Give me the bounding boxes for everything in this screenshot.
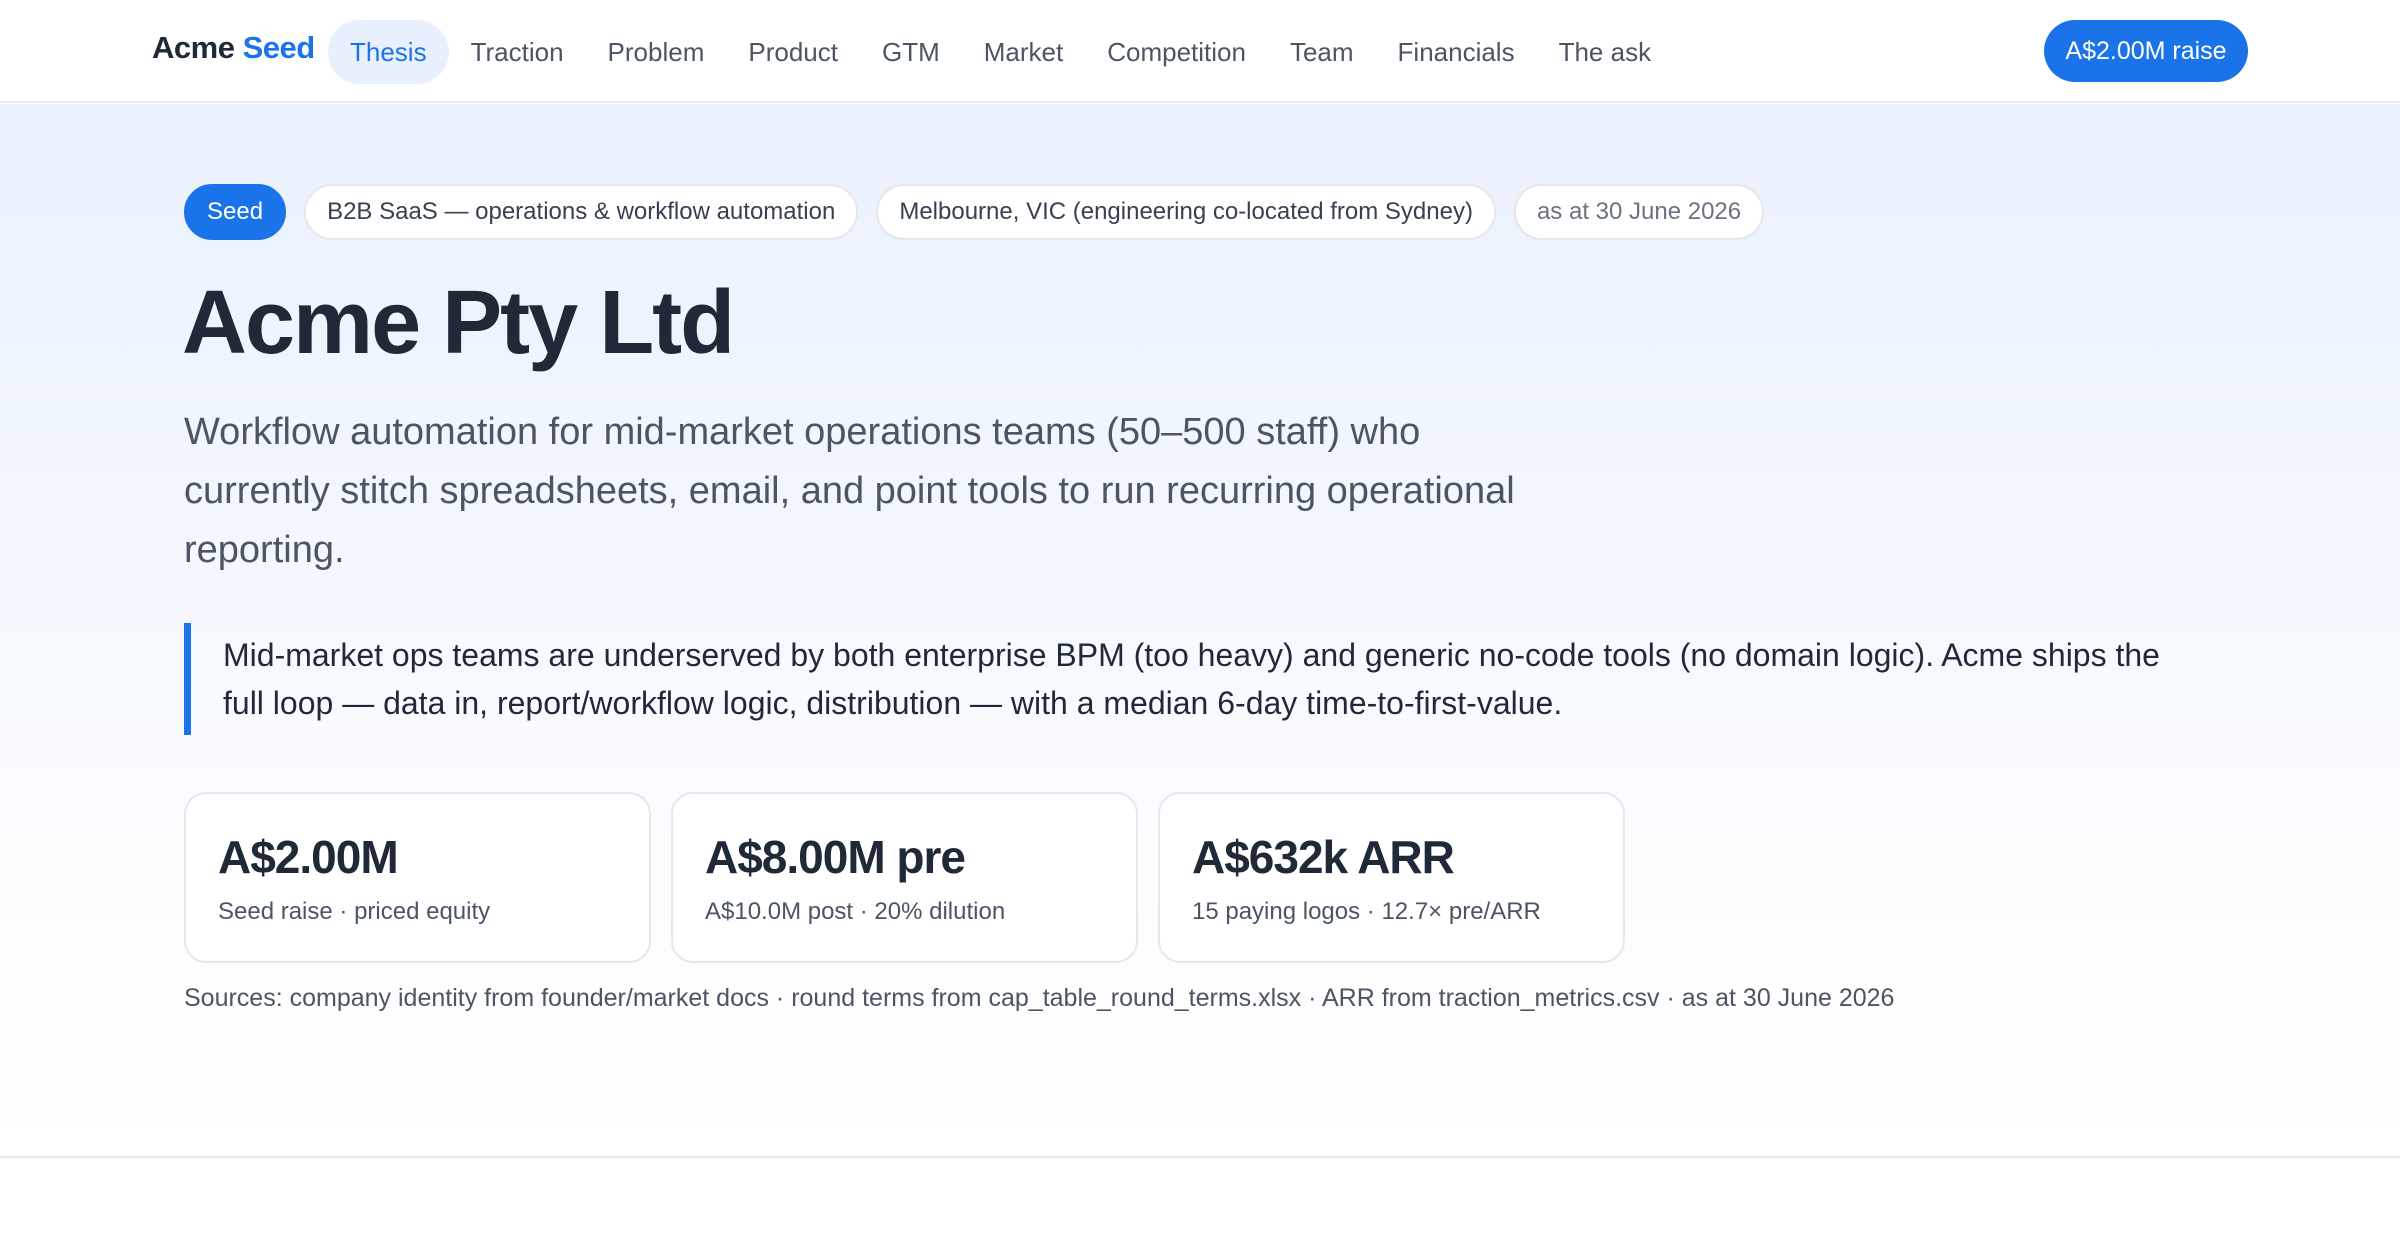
nav-item-thesis[interactable]: Thesis xyxy=(328,20,449,84)
raise-card: A$2.00M Seed raise · priced equity xyxy=(184,792,651,963)
nav-item-market[interactable]: Market xyxy=(962,20,1085,84)
valuation-value: A$8.00M pre xyxy=(705,831,966,883)
tag-row: Seed B2B SaaS — operations & workflow au… xyxy=(184,184,1765,240)
company-subtitle: Workflow automation for mid-market opera… xyxy=(184,411,1515,571)
nav-item-traction[interactable]: Traction xyxy=(449,20,586,84)
nav-item-problem[interactable]: Problem xyxy=(586,20,727,84)
valuation-label: A$10.0M post · 20% dilution xyxy=(705,898,1006,925)
company-title: Acme Pty Ltd xyxy=(182,273,735,373)
metric-cards: A$2.00M Seed raise · priced equity A$8.0… xyxy=(184,792,1625,963)
nav-item-gtm[interactable]: GTM xyxy=(860,20,962,84)
nav-item-the-ask[interactable]: The ask xyxy=(1537,20,1674,84)
arr-label: 15 paying logos · 12.7× pre/ARR xyxy=(1192,898,1541,925)
nav-item-financials[interactable]: Financials xyxy=(1376,20,1537,84)
brand-logo[interactable]: Acme Seed xyxy=(152,30,315,66)
location-tag: Melbourne, VIC (engineering co-located f… xyxy=(876,184,1496,240)
valuation-card: A$8.00M pre A$10.0M post · 20% dilution xyxy=(671,792,1138,963)
raise-button[interactable]: A$2.00M raise xyxy=(2044,20,2248,82)
section-divider xyxy=(0,1156,2400,1158)
sector-tag: B2B SaaS — operations & workflow automat… xyxy=(304,184,859,240)
arr-value: A$632k ARR xyxy=(1192,831,1455,883)
nav-item-competition[interactable]: Competition xyxy=(1085,20,1268,84)
thesis-quote: Mid-market ops teams are underserved by … xyxy=(184,623,2204,735)
brand-accent: Seed xyxy=(242,30,316,65)
stage-tag: Seed xyxy=(184,184,287,240)
raise-value: A$2.00M xyxy=(218,831,399,883)
top-navigation-bar: Acme Seed Thesis Traction Problem Produc… xyxy=(0,0,2400,103)
arr-card: A$632k ARR 15 paying logos · 12.7× pre/A… xyxy=(1158,792,1625,963)
nav-item-product[interactable]: Product xyxy=(726,20,860,84)
sources-note: Sources: company identity from founder/m… xyxy=(184,984,1895,1012)
date-tag: as at 30 June 2026 xyxy=(1513,184,1765,240)
raise-label: Seed raise · priced equity xyxy=(218,898,491,925)
section-nav: Thesis Traction Problem Product GTM Mark… xyxy=(328,20,1673,84)
brand-name: Acme xyxy=(152,30,235,65)
nav-item-team[interactable]: Team xyxy=(1268,20,1376,84)
